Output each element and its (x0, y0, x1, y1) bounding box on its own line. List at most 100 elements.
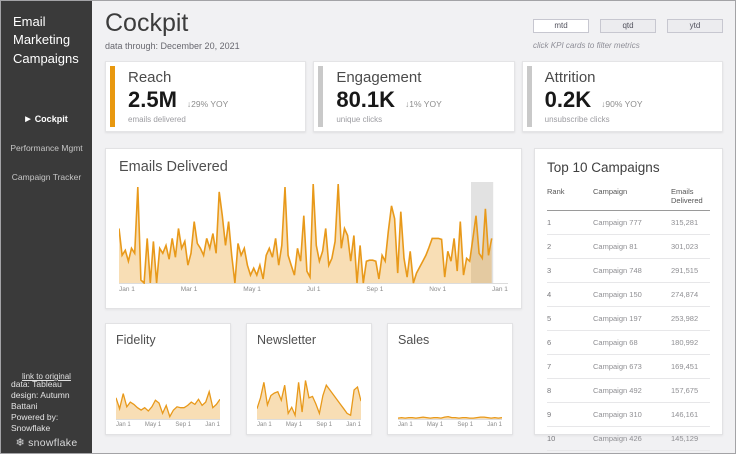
snowflake-logo: ❄snowflake (1, 436, 92, 449)
cell-camp: Campaign 81 (593, 242, 671, 251)
cell-emails: 301,023 (671, 242, 710, 251)
col-rank: Rank (547, 187, 593, 205)
fidelity-x-axis: Jan 1 May 1 Sep 1 Jan 1 (116, 422, 220, 428)
x-tick-label: Jan 1 (346, 422, 361, 428)
table-body: 1Campaign 777315,2812Campaign 81301,0233… (547, 211, 710, 451)
x-tick-label: May 1 (243, 286, 261, 293)
kpi-yoy-change: ↓29% YOY (187, 99, 228, 109)
x-tick-label: Sep 1 (175, 422, 191, 428)
fidelity-chart[interactable] (116, 370, 220, 420)
newsletter-panel: Newsletter Jan 1May 1Sep 1Jan 1 (246, 323, 372, 435)
top-campaigns-panel: Top 10 Campaigns Rank Campaign Emails De… (534, 148, 723, 435)
sales-panel: Sales Jan 1May 1Sep 1Jan 1 (387, 323, 513, 435)
x-tick-label: Nov 1 (429, 286, 446, 293)
credit-design: design: Autumn Battani (11, 390, 92, 412)
x-tick-label: Jan 1 (398, 422, 413, 428)
qtd-button[interactable]: qtd (600, 19, 656, 33)
page-title: Cockpit (105, 9, 240, 38)
emails-delivered-chart[interactable] (119, 182, 508, 284)
ytd-button[interactable]: ytd (667, 19, 723, 33)
cell-camp: Campaign 426 (593, 434, 671, 443)
kpi-card-attrition[interactable]: Attrition 0.2K ↓90% YOY unsubscribe clic… (522, 61, 723, 132)
cell-emails: 274,874 (671, 290, 710, 299)
newsletter-chart[interactable] (257, 370, 361, 420)
emails-delivered-x-axis: Jan 1Mar 1May 1Jul 1Sep 1Nov 1Jan 1 (119, 286, 508, 293)
table-row[interactable]: 4Campaign 150274,874 (547, 283, 710, 307)
period-toggle-group: mtd qtd ytd (533, 19, 723, 33)
cell-rank: 6 (547, 338, 593, 347)
kpi-title: Reach (128, 69, 228, 86)
table-row[interactable]: 3Campaign 748291,515 (547, 259, 710, 283)
table-row[interactable]: 10Campaign 426145,129 (547, 427, 710, 451)
kpi-yoy-change: ↓90% YOY (601, 99, 642, 109)
sidebar-nav: ▶Cockpit Performance Mgmt Campaign Track… (1, 114, 92, 182)
x-tick-label: Jan 1 (487, 422, 502, 428)
emails-delivered-panel: Emails Delivered Jan 1Mar 1May 1Jul 1Sep… (105, 148, 522, 309)
x-tick-label: May 1 (145, 422, 161, 428)
cell-camp: Campaign 197 (593, 314, 671, 323)
main-content: Cockpit data through: December 20, 2021 … (92, 1, 735, 453)
x-tick-label: Jan 1 (119, 286, 135, 293)
cell-rank: 8 (547, 386, 593, 395)
table-row[interactable]: 1Campaign 777315,281 (547, 211, 710, 235)
sidebar: Email Marketing Campaigns ▶Cockpit Perfo… (1, 1, 92, 453)
cell-rank: 7 (547, 362, 593, 371)
table-header: Rank Campaign Emails Delivered (547, 187, 710, 211)
cell-camp: Campaign 310 (593, 410, 671, 419)
cell-rank: 5 (547, 314, 593, 323)
sales-x-axis: Jan 1May 1Sep 1Jan 1 (398, 422, 502, 428)
table-row[interactable]: 6Campaign 68180,992 (547, 331, 710, 355)
active-arrow-icon: ▶ (25, 116, 30, 123)
x-tick-label: Sep 1 (457, 422, 473, 428)
col-emails-delivered: Emails Delivered (671, 187, 710, 205)
app-title: Email Marketing Campaigns (1, 1, 92, 68)
cell-rank: 9 (547, 410, 593, 419)
sales-chart[interactable] (398, 370, 502, 420)
table-row[interactable]: 8Campaign 492157,675 (547, 379, 710, 403)
kpi-sublabel: unique clicks (336, 115, 441, 124)
sidebar-item-campaign-tracker[interactable]: Campaign Tracker (1, 172, 92, 182)
x-tick-label: May 1 (286, 422, 302, 428)
table-row[interactable]: 2Campaign 81301,023 (547, 235, 710, 259)
sales-title: Sales (398, 333, 502, 347)
cell-emails: 253,982 (671, 314, 710, 323)
x-tick-label: Jan 1 (116, 422, 131, 428)
cell-rank: 1 (547, 218, 593, 227)
kpi-card-engagement[interactable]: Engagement 80.1K ↓1% YOY unique clicks (313, 61, 514, 132)
kpi-sublabel: emails delivered (128, 115, 228, 124)
kpi-title: Engagement (336, 69, 441, 86)
cell-camp: Campaign 777 (593, 218, 671, 227)
cell-emails: 157,675 (671, 386, 710, 395)
x-tick-label: Sep 1 (316, 422, 332, 428)
cell-camp: Campaign 150 (593, 290, 671, 299)
kpi-value: 2.5M (128, 87, 177, 113)
kpi-sublabel: unsubscribe clicks (545, 115, 643, 124)
cell-camp: Campaign 748 (593, 266, 671, 275)
table-row[interactable]: 5Campaign 197253,982 (547, 307, 710, 331)
table-row[interactable]: 7Campaign 673169,451 (547, 355, 710, 379)
x-tick-label: Sep 1 (366, 286, 383, 293)
x-tick-label: Jan 1 (205, 422, 220, 428)
fidelity-panel: Fidelity Jan 1 May 1 Sep 1 Jan 1 (105, 323, 231, 435)
credit-powered-by: Powered by: Snowflake (11, 412, 92, 434)
x-tick-label: Jan 1 (492, 286, 508, 293)
kpi-card-reach[interactable]: Reach 2.5M ↓29% YOY emails delivered (105, 61, 306, 132)
top-campaigns-title: Top 10 Campaigns (547, 160, 710, 175)
cell-emails: 291,515 (671, 266, 710, 275)
sidebar-item-cockpit[interactable]: ▶Cockpit (1, 114, 92, 124)
fidelity-title: Fidelity (116, 333, 220, 347)
table-row[interactable]: 9Campaign 310146,161 (547, 403, 710, 427)
cell-emails: 180,992 (671, 338, 710, 347)
cell-emails: 315,281 (671, 218, 710, 227)
snowflake-logo-text: snowflake (28, 437, 77, 449)
kpi-yoy-change: ↓1% YOY (405, 99, 442, 109)
snowflake-icon: ❄ (16, 437, 26, 449)
sidebar-item-performance-mgmt[interactable]: Performance Mgmt (1, 143, 92, 153)
cell-rank: 3 (547, 266, 593, 275)
mtd-button[interactable]: mtd (533, 19, 589, 33)
cell-rank: 4 (547, 290, 593, 299)
credit-data: data: Tableau (11, 379, 92, 390)
newsletter-x-axis: Jan 1May 1Sep 1Jan 1 (257, 422, 361, 428)
data-through-subtitle: data through: December 20, 2021 (105, 41, 240, 51)
x-tick-label: Mar 1 (181, 286, 198, 293)
